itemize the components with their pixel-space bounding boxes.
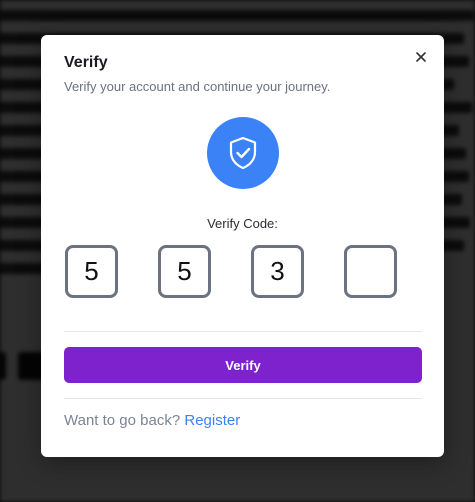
verify-code-label: Verify Code: [207, 216, 278, 231]
footer-prompt: Want to go back? [64, 412, 181, 429]
footer: Want to go back? Register [64, 412, 240, 429]
shield-check-icon [229, 136, 257, 170]
verify-button[interactable]: Verify [64, 347, 422, 383]
divider [64, 398, 422, 399]
code-digit-input-2[interactable]: 5 [158, 245, 211, 298]
verify-modal: Verify Verify your account and continue … [41, 35, 444, 457]
code-digit-input-1[interactable]: 5 [65, 245, 118, 298]
shield-badge [207, 117, 279, 189]
modal-title: Verify [64, 54, 108, 71]
code-digit-input-3[interactable]: 3 [251, 245, 304, 298]
modal-subtitle: Verify your account and continue your jo… [64, 79, 331, 94]
code-digit-input-4[interactable] [344, 245, 397, 298]
divider [64, 331, 422, 332]
close-button[interactable] [412, 48, 430, 66]
register-link[interactable]: Register [184, 412, 240, 429]
close-icon [416, 52, 426, 62]
